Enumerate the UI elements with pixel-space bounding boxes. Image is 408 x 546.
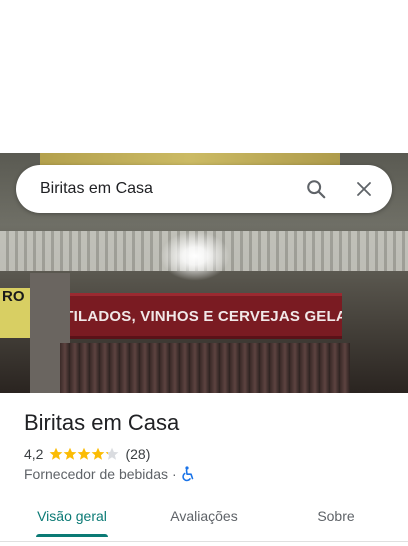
storefront-side-sign: RO	[0, 288, 30, 338]
search-bar[interactable]: Biritas em Casa	[16, 165, 392, 213]
star-icon	[64, 447, 77, 460]
star-icon	[92, 447, 105, 460]
clear-search-button[interactable]	[340, 165, 388, 213]
rating-stars	[49, 447, 119, 461]
storefront-light	[160, 231, 230, 281]
category-row: Fornecedor de bebidas ·	[24, 466, 195, 482]
tab-overview[interactable]: Visão geral	[24, 496, 120, 536]
storefront-main-sign: DESTILADOS, VINHOS E CERVEJAS GELADAS	[70, 293, 342, 339]
active-tab-indicator	[36, 534, 108, 537]
close-icon	[357, 182, 371, 196]
star-icon	[50, 447, 63, 460]
storefront-interior	[60, 343, 350, 393]
wheelchair-icon[interactable]	[181, 466, 195, 482]
divider	[0, 541, 408, 542]
search-icon	[307, 180, 326, 199]
star-icon	[106, 447, 119, 460]
search-input[interactable]: Biritas em Casa	[16, 180, 292, 198]
tab-reviews[interactable]: Avaliações	[156, 496, 252, 536]
place-category: Fornecedor de bebidas	[24, 466, 168, 482]
place-title: Biritas em Casa	[24, 410, 180, 435]
search-button[interactable]	[292, 165, 340, 213]
tab-about[interactable]: Sobre	[288, 496, 384, 536]
rating-row[interactable]: 4,2 (28)	[24, 445, 150, 463]
review-count[interactable]: (28)	[125, 446, 150, 462]
star-icon	[78, 447, 91, 460]
separator: ·	[172, 466, 177, 482]
place-tabs: Visão geral Avaliações Sobre	[0, 496, 408, 538]
rating-value: 4,2	[24, 446, 44, 462]
